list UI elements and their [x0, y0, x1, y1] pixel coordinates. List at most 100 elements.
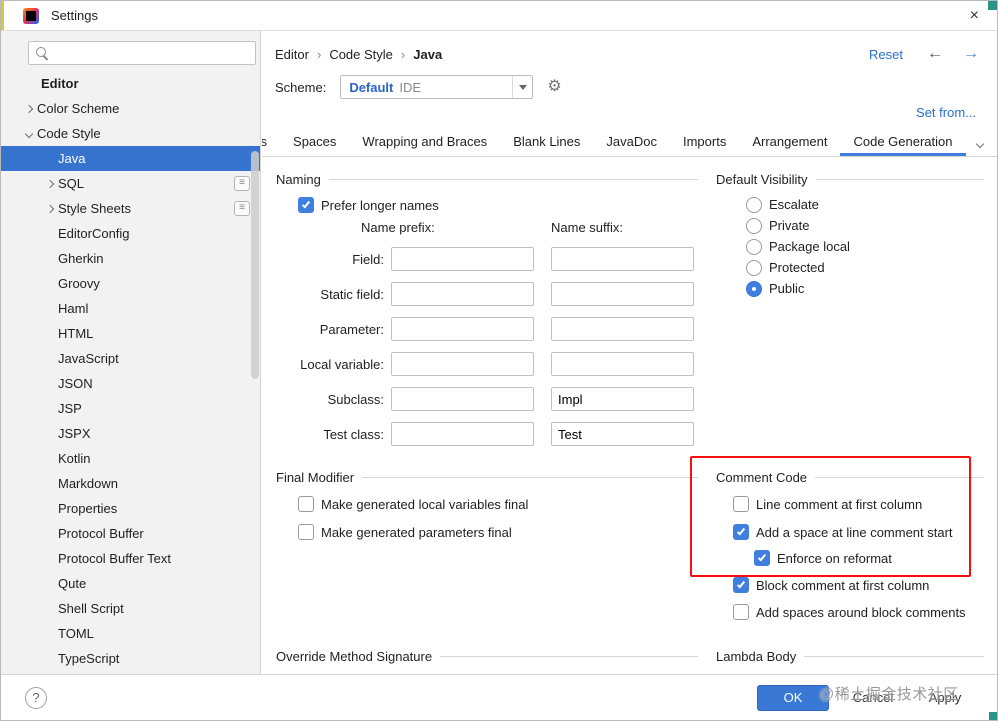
tab-tabs-and-indents[interactable]: Tabs and Indents [262, 127, 280, 156]
forward-arrow-icon[interactable]: → [963, 46, 979, 62]
static-field-suffix-input[interactable] [551, 282, 694, 306]
checkbox-box[interactable] [298, 524, 314, 540]
chevron-down-icon[interactable] [21, 129, 37, 138]
ok-button[interactable]: OK [757, 684, 829, 711]
checkbox-make-generated-local-variables-final[interactable]: Make generated local variables final [276, 495, 698, 513]
radio-escalate[interactable]: Escalate [716, 194, 984, 215]
sidebar-scrollbar[interactable] [251, 151, 259, 379]
tab-blank-lines[interactable]: Blank Lines [500, 127, 593, 156]
checkbox-add-space-at-line-comment-start[interactable]: Add a space at line comment start [716, 523, 984, 541]
tab-arrangement[interactable]: Arrangement [739, 127, 840, 156]
apply-button[interactable]: Apply [917, 685, 973, 711]
scheme-select[interactable]: Default IDE [340, 75, 534, 99]
local-variable-suffix-input[interactable] [551, 352, 694, 376]
checkbox-label[interactable]: Enforce on reformat [777, 551, 892, 566]
sidebar-item-sql[interactable]: SQL ≡ [1, 171, 260, 196]
sidebar-item-gherkin[interactable]: Gherkin [1, 246, 260, 271]
test-class-prefix-input[interactable] [391, 422, 534, 446]
sidebar-item-html[interactable]: HTML [1, 321, 260, 346]
sidebar-item-json[interactable]: JSON [1, 371, 260, 396]
radio-public[interactable]: Public [716, 278, 984, 299]
local-variable-prefix-input[interactable] [391, 352, 534, 376]
sidebar-item-kotlin[interactable]: Kotlin [1, 446, 260, 471]
radio-label[interactable]: Private [769, 218, 809, 233]
checkbox-make-generated-parameters-final[interactable]: Make generated parameters final [276, 523, 698, 541]
sidebar-item-style-sheets[interactable]: Style Sheets ≡ [1, 196, 260, 221]
subclass-prefix-input[interactable] [391, 387, 534, 411]
sidebar-item-shell-script[interactable]: Shell Script [1, 596, 260, 621]
checkbox-enforce-on-reformat[interactable]: Enforce on reformat [716, 549, 984, 567]
radio-package-local[interactable]: Package local [716, 236, 984, 257]
parameter-prefix-input[interactable] [391, 317, 534, 341]
checkbox-prefer-longer-names[interactable]: Prefer longer names [276, 196, 698, 214]
radio-label[interactable]: Public [769, 281, 804, 296]
checkbox-label[interactable]: Make generated parameters final [321, 525, 512, 540]
sidebar-item-typescript[interactable]: TypeScript [1, 646, 260, 671]
cancel-button[interactable]: Cancel [845, 685, 901, 711]
checkbox-label[interactable]: Make generated local variables final [321, 497, 528, 512]
set-from-link[interactable]: Set from... [916, 105, 976, 121]
checkbox-label[interactable]: Add spaces around block comments [756, 605, 966, 620]
tabs-overflow-icon[interactable] [972, 139, 988, 149]
radio-label[interactable]: Package local [769, 239, 850, 254]
gear-icon[interactable]: ⚙ [547, 78, 561, 96]
checkbox-box[interactable] [754, 550, 770, 566]
checkbox-box[interactable] [733, 524, 749, 540]
sidebar-item-properties[interactable]: Properties [1, 496, 260, 521]
sidebar-item-editorconfig[interactable]: EditorConfig [1, 221, 260, 246]
sidebar-item-haml[interactable]: Haml [1, 296, 260, 321]
radio-private[interactable]: Private [716, 215, 984, 236]
sidebar-item-toml[interactable]: TOML [1, 621, 260, 646]
checkbox-label[interactable]: Add a space at line comment start [756, 525, 953, 540]
checkbox-line-comment-at-first-column[interactable]: Line comment at first column [716, 495, 984, 513]
subclass-suffix-input[interactable] [551, 387, 694, 411]
checkbox-block-comment-at-first-column[interactable]: Block comment at first column [716, 576, 984, 594]
reset-link[interactable]: Reset [869, 47, 903, 62]
sidebar-item-color-scheme[interactable]: Color Scheme [1, 96, 260, 121]
tab-javadoc[interactable]: JavaDoc [593, 127, 670, 156]
radio-label[interactable]: Escalate [769, 197, 819, 212]
tab-code-generation[interactable]: Code Generation [840, 127, 965, 156]
radio-button[interactable] [746, 280, 762, 297]
dropdown-arrow-icon[interactable] [512, 76, 532, 98]
sidebar-item-editor[interactable]: Editor [1, 71, 260, 96]
sidebar-item-java[interactable]: Java [1, 146, 260, 171]
checkbox-box[interactable] [298, 197, 314, 213]
tab-spaces[interactable]: Spaces [280, 127, 349, 156]
tab-wrapping-and-braces[interactable]: Wrapping and Braces [349, 127, 500, 156]
checkbox-box[interactable] [733, 577, 749, 593]
checkbox-add-spaces-around-block-comments[interactable]: Add spaces around block comments [716, 603, 984, 621]
search-input[interactable] [28, 41, 256, 65]
checkbox-label[interactable]: Block comment at first column [756, 578, 929, 593]
sidebar-item-groovy[interactable]: Groovy [1, 271, 260, 296]
field-suffix-input[interactable] [551, 247, 694, 271]
sidebar-item-jsp[interactable]: JSP [1, 396, 260, 421]
parameter-suffix-input[interactable] [551, 317, 694, 341]
chevron-right-icon[interactable] [42, 179, 58, 188]
checkbox-box[interactable] [298, 496, 314, 512]
radio-label[interactable]: Protected [769, 260, 825, 275]
radio-button[interactable] [746, 238, 762, 255]
close-icon[interactable]: × [970, 6, 979, 26]
sidebar-item-markdown[interactable]: Markdown [1, 471, 260, 496]
static-field-prefix-input[interactable] [391, 282, 534, 306]
sidebar-item-qute[interactable]: Qute [1, 571, 260, 596]
checkbox-box[interactable] [733, 496, 749, 512]
radio-protected[interactable]: Protected [716, 257, 984, 278]
sidebar-item-protocol-buffer[interactable]: Protocol Buffer [1, 521, 260, 546]
radio-button[interactable] [746, 259, 762, 276]
radio-button[interactable] [746, 196, 762, 213]
chevron-right-icon[interactable] [21, 104, 37, 113]
radio-button[interactable] [746, 217, 762, 234]
checkbox-label[interactable]: Line comment at first column [756, 497, 922, 512]
checkbox-label[interactable]: Prefer longer names [321, 198, 439, 213]
chevron-right-icon[interactable] [42, 204, 58, 213]
sidebar-item-javascript[interactable]: JavaScript [1, 346, 260, 371]
field-prefix-input[interactable] [391, 247, 534, 271]
sidebar-item-protocol-buffer-text[interactable]: Protocol Buffer Text [1, 546, 260, 571]
sidebar-item-jspx[interactable]: JSPX [1, 421, 260, 446]
test-class-suffix-input[interactable] [551, 422, 694, 446]
sidebar-item-code-style[interactable]: Code Style [1, 121, 260, 146]
back-arrow-icon[interactable]: ← [927, 46, 943, 62]
checkbox-box[interactable] [733, 604, 749, 620]
